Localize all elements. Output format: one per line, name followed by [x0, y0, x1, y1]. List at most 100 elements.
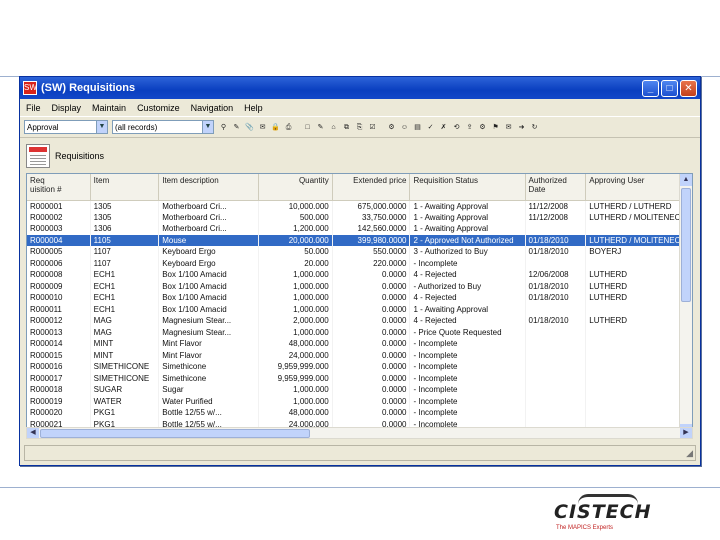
table-cell: R000002: [27, 211, 91, 223]
vertical-scroll-thumb[interactable]: [681, 188, 691, 302]
table-row[interactable]: R000002 1305 Motherboard Cri... 500.000 33,7…: [27, 211, 692, 223]
chevron-down-icon[interactable]: ▼: [202, 121, 213, 133]
close-button[interactable]: ✕: [680, 79, 697, 97]
table-cell: [585, 257, 692, 269]
flag-icon[interactable]: ⚑: [490, 122, 501, 133]
table-row[interactable]: R000004 1105 Mouse 20,000.000 399,980.0000 2 …: [27, 234, 692, 246]
table-cell: R000018: [27, 384, 91, 396]
menu-help[interactable]: Help: [244, 103, 263, 113]
column-header-requisition[interactable]: Req uisition #: [27, 174, 91, 201]
attach-icon[interactable]: 📎: [244, 122, 255, 133]
table-cell: 0.0000: [332, 407, 411, 419]
table-cell: 24,000.000: [258, 349, 333, 361]
export-icon[interactable]: ⇪: [464, 122, 475, 133]
table-row[interactable]: R000019 WATER Water Purified 1,000.000 0.000…: [27, 395, 692, 407]
table-cell: 2,000.000: [258, 315, 333, 327]
table-row[interactable]: R000014 MINT Mint Flavor 48,000.000 0.0000 -…: [27, 338, 692, 350]
history-icon[interactable]: ⟲: [451, 122, 462, 133]
note-icon[interactable]: ✉: [257, 122, 268, 133]
chevron-down-icon[interactable]: ▼: [96, 121, 107, 133]
table-cell: [585, 223, 692, 235]
tag-icon[interactable]: ⌂: [328, 122, 339, 133]
table-cell: [525, 326, 587, 338]
table-row[interactable]: R000010 ECH1 Box 1/100 Amacid 1,000.000 0.00…: [27, 292, 692, 304]
table-cell: - Incomplete: [409, 338, 526, 350]
edit-icon[interactable]: ✎: [231, 122, 242, 133]
table-cell: LUTHERD: [585, 292, 692, 304]
table-row[interactable]: R000003 1306 Motherboard Cri... 1,200.000 14…: [27, 223, 692, 235]
vertical-scrollbar[interactable]: ▲ ▼: [679, 174, 692, 436]
table-cell: 0.0000: [332, 315, 411, 327]
table-cell: LUTHERD: [585, 315, 692, 327]
minimize-button[interactable]: _: [642, 79, 659, 97]
table-cell: 48,000.000: [258, 407, 333, 419]
table-row[interactable]: R000017 SIMETHICONE Simethicone 9,959,999.0…: [27, 372, 692, 384]
scroll-up-icon[interactable]: ▲: [680, 174, 692, 186]
menu-display[interactable]: Display: [52, 103, 82, 113]
table-row[interactable]: R000008 ECH1 Box 1/100 Amacid 1,000.000 0.00…: [27, 269, 692, 281]
table-cell: 0.0000: [332, 384, 411, 396]
table-row[interactable]: R000012 MAG Magnesium Stear... 2,000.000 0.0…: [27, 315, 692, 327]
records-select[interactable]: (all records) ▼: [112, 120, 214, 134]
user-icon[interactable]: ☺: [399, 122, 410, 133]
column-header-authorized-date[interactable]: Authorized Date: [525, 174, 587, 201]
table-row[interactable]: R000001 1305 Motherboard Cri... 10,000.000 6…: [27, 200, 692, 212]
table-cell: R000013: [27, 326, 91, 338]
print-icon[interactable]: ⎙: [283, 122, 294, 133]
table-cell: R000004: [27, 234, 91, 246]
filter-select[interactable]: Approval ▼: [24, 120, 108, 134]
table-cell: MAG: [90, 326, 160, 338]
scroll-right-icon[interactable]: ▶: [680, 428, 692, 438]
page-title: Requisitions: [55, 151, 105, 161]
horizontal-scroll-thumb[interactable]: [40, 429, 310, 438]
lock-icon[interactable]: 🔒: [270, 122, 281, 133]
column-header-item-description[interactable]: Item description: [158, 174, 260, 201]
reject-icon[interactable]: ✗: [438, 122, 449, 133]
maximize-button[interactable]: □: [661, 79, 678, 97]
toolbar-icons: ⚲ ✎ 📎 ✉ 🔒 ⎙ □ ✎ ⌂ ⧉ ⎘ ☑ ⚙ ☺ ▤ ✓ ✗ ⟲ ⇪ ⚙ ⚑ ✉ ➜ ↻: [218, 122, 542, 133]
table-row[interactable]: R000009 ECH1 Box 1/100 Amacid 1,000.000 0.00…: [27, 280, 692, 292]
table-cell: 675,000.0000: [332, 200, 411, 212]
table-row[interactable]: R000006 1107 Keyboard Ergo 20.000 220.0000 -…: [27, 257, 692, 269]
navigate-icon[interactable]: ➜: [516, 122, 527, 133]
pencil-icon[interactable]: ✎: [315, 122, 326, 133]
table-cell: 550.0000: [332, 246, 411, 258]
table-row[interactable]: R000005 1107 Keyboard Ergo 50.000 550.0000 3 …: [27, 246, 692, 258]
table-row[interactable]: R000011 ECH1 Box 1/100 Amacid 1,000.000 0.00…: [27, 303, 692, 315]
table-row[interactable]: R000013 MAG Magnesium Stear... 1,000.000 0.0…: [27, 326, 692, 338]
approve-icon[interactable]: ✓: [425, 122, 436, 133]
checklist-icon[interactable]: ☑: [367, 122, 378, 133]
mail-icon[interactable]: ✉: [503, 122, 514, 133]
table-cell: [525, 223, 587, 235]
table-cell: - Incomplete: [409, 361, 526, 373]
process-icon[interactable]: ⚙: [386, 122, 397, 133]
menu-customize[interactable]: Customize: [137, 103, 180, 113]
title-bar[interactable]: SW (SW) Requisitions _ □ ✕: [20, 77, 700, 99]
table-row[interactable]: R000020 PKG1 Bottle 12/55 w/... 48,000.000 0…: [27, 407, 692, 419]
column-header-item[interactable]: Item: [90, 174, 160, 201]
horizontal-scrollbar[interactable]: ◀ ▶: [26, 427, 693, 439]
resize-grip-icon[interactable]: ◢: [686, 448, 693, 459]
report-icon[interactable]: ▤: [412, 122, 423, 133]
table-row[interactable]: R000018 SUGAR Sugar 1,000.000 0.0000 - Incom…: [27, 384, 692, 396]
binoculars-icon[interactable]: ⚲: [218, 122, 229, 133]
scroll-left-icon[interactable]: ◀: [27, 428, 39, 438]
menu-maintain[interactable]: Maintain: [92, 103, 126, 113]
settings-icon[interactable]: ⚙: [477, 122, 488, 133]
table-row[interactable]: R000015 MINT Mint Flavor 24,000.000 0.0000 -…: [27, 349, 692, 361]
column-header-quantity[interactable]: Quantity: [258, 174, 333, 201]
table-cell: 1,000.000: [258, 384, 333, 396]
table-row[interactable]: R000016 SIMETHICONE Simethicone 9,959,999.0…: [27, 361, 692, 373]
table-cell: 0.0000: [332, 269, 411, 281]
column-header-approving-user[interactable]: Approving User: [585, 174, 692, 201]
menu-file[interactable]: File: [26, 103, 41, 113]
menu-navigation[interactable]: Navigation: [191, 103, 234, 113]
new-icon[interactable]: □: [302, 122, 313, 133]
table-cell: 0.0000: [332, 349, 411, 361]
copy-icon[interactable]: ⧉: [341, 122, 352, 133]
column-header-extended-price[interactable]: Extended price: [332, 174, 411, 201]
refresh-icon[interactable]: ↻: [529, 122, 540, 133]
table-cell: Box 1/100 Amacid: [158, 269, 260, 281]
column-header-status[interactable]: Requisition Status: [409, 174, 526, 201]
paste-icon[interactable]: ⎘: [354, 122, 365, 133]
